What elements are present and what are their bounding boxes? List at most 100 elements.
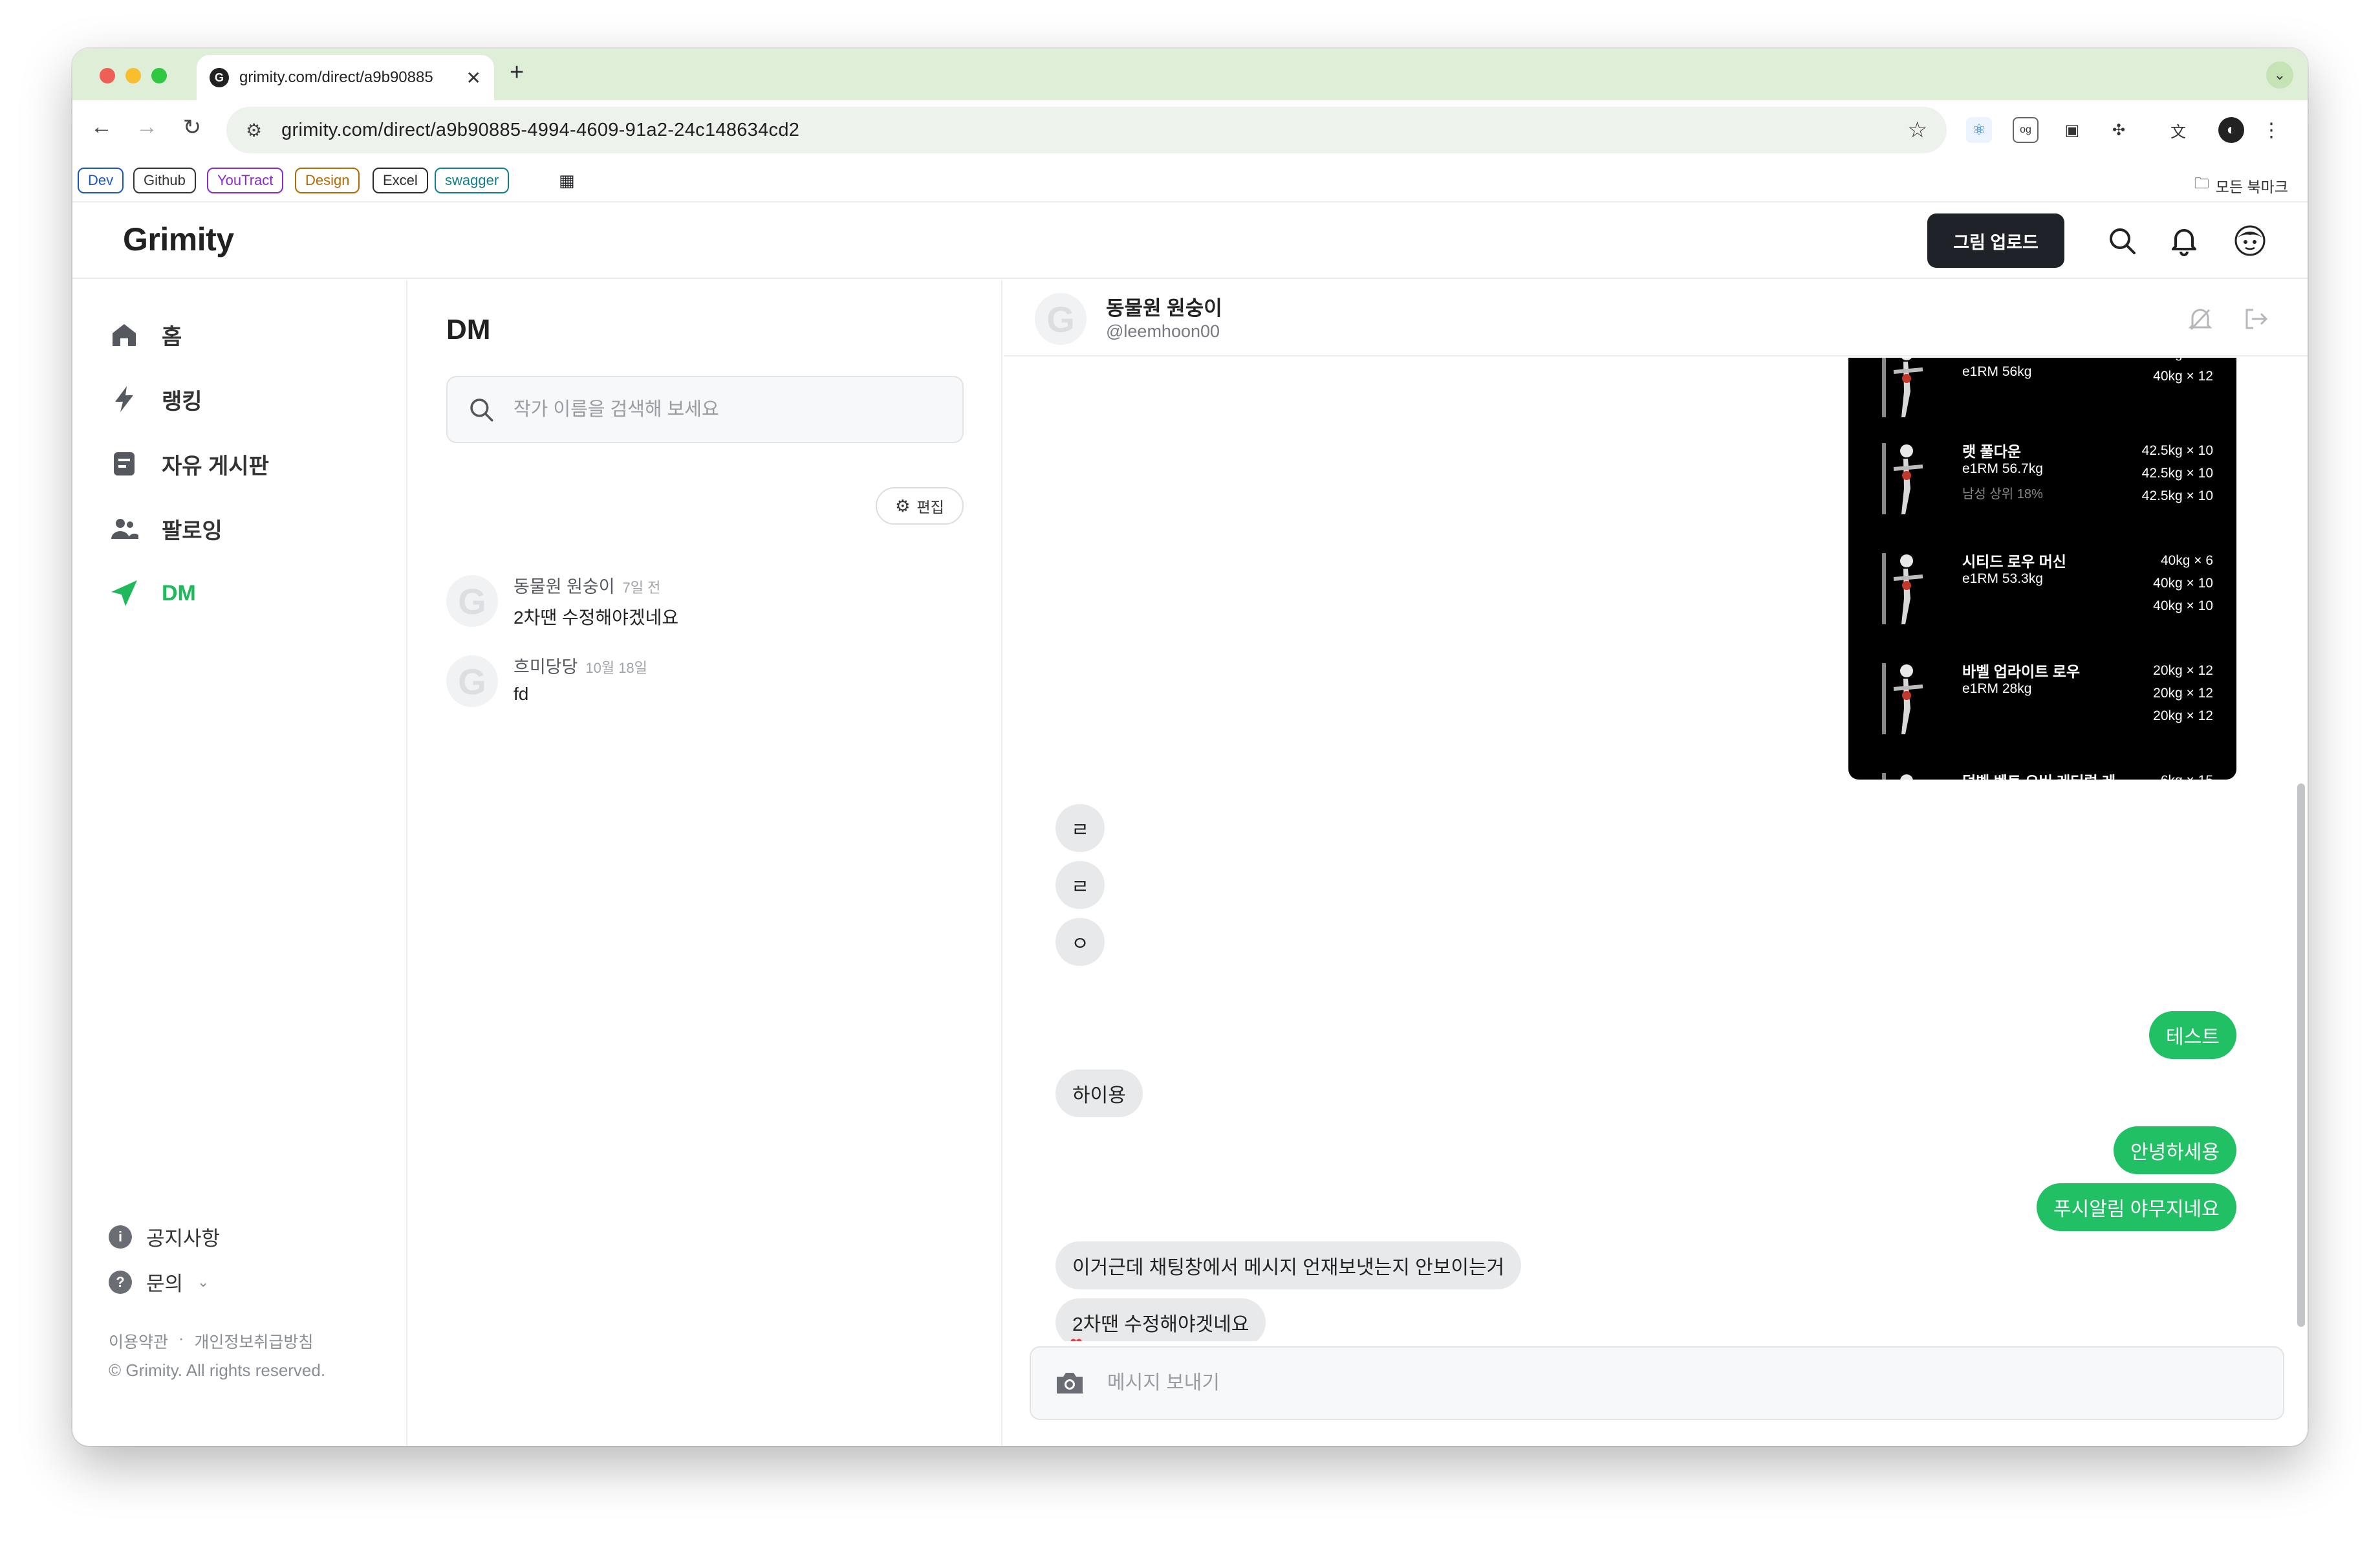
back-icon[interactable]: ← [85, 115, 118, 140]
chevron-down-icon[interactable]: ⌄ [2266, 61, 2293, 89]
search-icon[interactable] [2106, 224, 2138, 257]
bell-icon[interactable] [2168, 224, 2200, 257]
profile-icon[interactable]: ◐ [2218, 117, 2244, 143]
puzzle-extensions-icon[interactable]: ✣ [2106, 117, 2132, 143]
bookmark-youtract[interactable]: YouTract [207, 168, 284, 193]
notice-label: 공지사항 [146, 1227, 221, 1250]
terms-link[interactable]: 이용약관 [109, 1329, 168, 1353]
browser-menu-icon[interactable]: ⋮ [2258, 117, 2284, 143]
exercise-set: 42.5kg × 10 [2141, 488, 2213, 503]
exercise-set: 40kg × 6 [2160, 553, 2213, 568]
chat-partner-handle: @leemhoon00 [1106, 322, 1220, 341]
privacy-link[interactable]: 개인정보취급방침 [194, 1329, 313, 1353]
all-bookmarks-label: 모든 북마크 [2215, 178, 2288, 195]
sidebar-item-board[interactable]: 자유 게시판 [109, 444, 269, 483]
minimize-window-button[interactable] [125, 68, 141, 83]
exercise-row: 바벨 업라이트 로우 e1RM 28kg 20kg × 12 20kg × 12 20k… [1848, 650, 2236, 747]
avatar[interactable]: G [1035, 293, 1087, 345]
exercise-figure-icon [1868, 657, 1939, 741]
close-window-button[interactable] [100, 68, 115, 83]
dm-search-box[interactable] [446, 376, 964, 443]
people-icon [111, 519, 138, 539]
sidebar-item-home[interactable]: 홈 [109, 315, 182, 354]
react-devtools-icon[interactable]: ⚛ [1966, 117, 1992, 143]
close-tab-icon[interactable]: ✕ [466, 67, 481, 89]
translate-icon[interactable]: 文 [2165, 117, 2191, 143]
sidebar-item-label: 랭킹 [162, 389, 202, 414]
site-settings-icon[interactable]: ⚙ [246, 120, 262, 141]
received-message[interactable]: ㄹ [1055, 861, 1105, 909]
bookmark-excel[interactable]: Excel [373, 168, 428, 193]
leave-chat-icon[interactable] [2242, 305, 2270, 333]
chevron-down-icon: ⌄ [197, 1273, 210, 1290]
edit-button[interactable]: ⚙ 편집 [876, 487, 964, 525]
new-tab-icon[interactable]: + [510, 59, 524, 87]
forward-icon[interactable]: → [131, 115, 163, 140]
exercise-row: e1RM 56kg 40kg × 12 40kg × 12 [1848, 358, 2236, 430]
exercise-name: 바벨 업라이트 로우 [1962, 663, 2081, 680]
exercise-sets: 20kg × 12 20kg × 12 20kg × 12 [2153, 659, 2213, 727]
received-message[interactable]: ㄹ [1055, 804, 1105, 852]
favicon-icon: G [210, 68, 229, 87]
inquiry-dropdown[interactable]: ? 문의 ⌄ [109, 1267, 209, 1296]
user-avatar-icon[interactable] [2234, 224, 2266, 257]
bell-off-icon[interactable] [2186, 305, 2214, 333]
exercise-set: 42.5kg × 10 [2141, 443, 2213, 458]
exercise-set: 40kg × 10 [2153, 576, 2213, 591]
send-icon [111, 580, 137, 606]
conversation-item[interactable]: G 동물원 원숭이 7일 전 2차땐 수정해야겠네요 [446, 566, 964, 631]
exercise-row: 시티드 로우 머신 e1RM 53.3kg 40kg × 6 40kg × 10 40k… [1848, 540, 2236, 637]
info-icon: i [109, 1225, 132, 1249]
message-list[interactable]: e1RM 56kg 40kg × 12 40kg × 12 랫 풀다운e1RM 56.… [1004, 358, 2308, 1341]
logo[interactable]: Grimity [123, 221, 234, 258]
chat-scrollbar[interactable] [2297, 783, 2305, 1327]
browser-tab[interactable]: G grimity.com/direct/a9b90885 ✕ [197, 55, 494, 100]
received-message[interactable]: 2차땐 수정해야겟네요 [1055, 1298, 1266, 1341]
picture-in-picture-icon[interactable]: ▣ [2059, 117, 2085, 143]
heart-reaction-icon[interactable]: ❤ [1070, 1335, 1083, 1341]
sent-message[interactable]: 테스트 [2149, 1011, 2236, 1059]
search-icon [470, 399, 493, 422]
received-message[interactable]: 이거근데 채팅창에서 메시지 언재보냇는지 안보이는거 [1055, 1241, 1522, 1289]
zoom-window-button[interactable] [151, 68, 167, 83]
bookmark-dev[interactable]: Dev [78, 168, 124, 193]
sidebar-item-ranking[interactable]: 랭킹 [109, 380, 202, 419]
received-message[interactable]: 하이용 [1055, 1069, 1143, 1117]
exercise-set: 20kg × 12 [2153, 708, 2213, 723]
workout-image-message[interactable]: e1RM 56kg 40kg × 12 40kg × 12 랫 풀다운e1RM 56.… [1848, 358, 2236, 780]
chat-partner-name[interactable]: 동물원 원숭이 [1106, 292, 1222, 321]
dm-search-input[interactable] [514, 399, 940, 421]
message-input[interactable] [1107, 1372, 2207, 1394]
sent-message[interactable]: 안녕하세용 [2114, 1126, 2236, 1174]
bookmark-design[interactable]: Design [295, 168, 360, 193]
message-composer[interactable] [1030, 1346, 2284, 1420]
dm-list-panel: DM ⚙ 편집 G 동물원 원숭이7일 전 2차땐 수정해야겠네요 G 흐미당당… [409, 280, 1002, 1446]
tab-title: grimity.com/direct/a9b90885 [239, 69, 433, 86]
sent-message[interactable]: 푸시알림 야무지네요 [2037, 1183, 2236, 1231]
conversation-item[interactable]: G 흐미당당 10월 18일 fd [446, 646, 964, 711]
notice-link[interactable]: i 공지사항 [109, 1222, 220, 1251]
conversation-name: 동물원 원숭이 7일 전 [514, 577, 661, 596]
all-bookmarks[interactable]: 🗀 모든 북마크 [2194, 173, 2288, 198]
received-message[interactable]: ㅇ [1055, 918, 1105, 966]
camera-icon[interactable] [1054, 1370, 1085, 1396]
apps-grid-icon[interactable]: ▦ [559, 168, 575, 193]
sidebar-item-label: 홈 [162, 324, 182, 349]
inquiry-label: 문의 [146, 1273, 184, 1295]
bookmark-swagger[interactable]: swagger [435, 168, 510, 193]
exercise-row: 랫 풀다운 e1RM 56.7kg 남성 상위 18% 42.5kg × 10 42.5… [1848, 430, 2236, 527]
bookmark-github[interactable]: Github [133, 168, 196, 193]
og-extension-icon[interactable]: og [2013, 117, 2039, 143]
reload-icon[interactable]: ↻ [176, 115, 208, 140]
exercise-e1rm: e1RM 53.3kg [1962, 571, 2043, 586]
exercise-sets: 42.5kg × 10 42.5kg × 10 42.5kg × 10 [2142, 439, 2213, 507]
document-icon [114, 452, 135, 475]
address-bar[interactable]: ⚙ grimity.com/direct/a9b90885-4994-4609-… [226, 107, 1947, 153]
sidebar-item-dm[interactable]: DM [109, 574, 196, 613]
exercise-e1rm: e1RM 28kg [1962, 681, 2032, 696]
upload-button[interactable]: 그림 업로드 [1927, 213, 2064, 268]
url-text[interactable]: grimity.com/direct/a9b90885-4994-4609-91… [281, 120, 799, 141]
home-icon [113, 324, 136, 346]
sidebar-item-following[interactable]: 팔로잉 [109, 509, 222, 548]
bookmark-star-icon[interactable]: ☆ [1908, 117, 1927, 143]
